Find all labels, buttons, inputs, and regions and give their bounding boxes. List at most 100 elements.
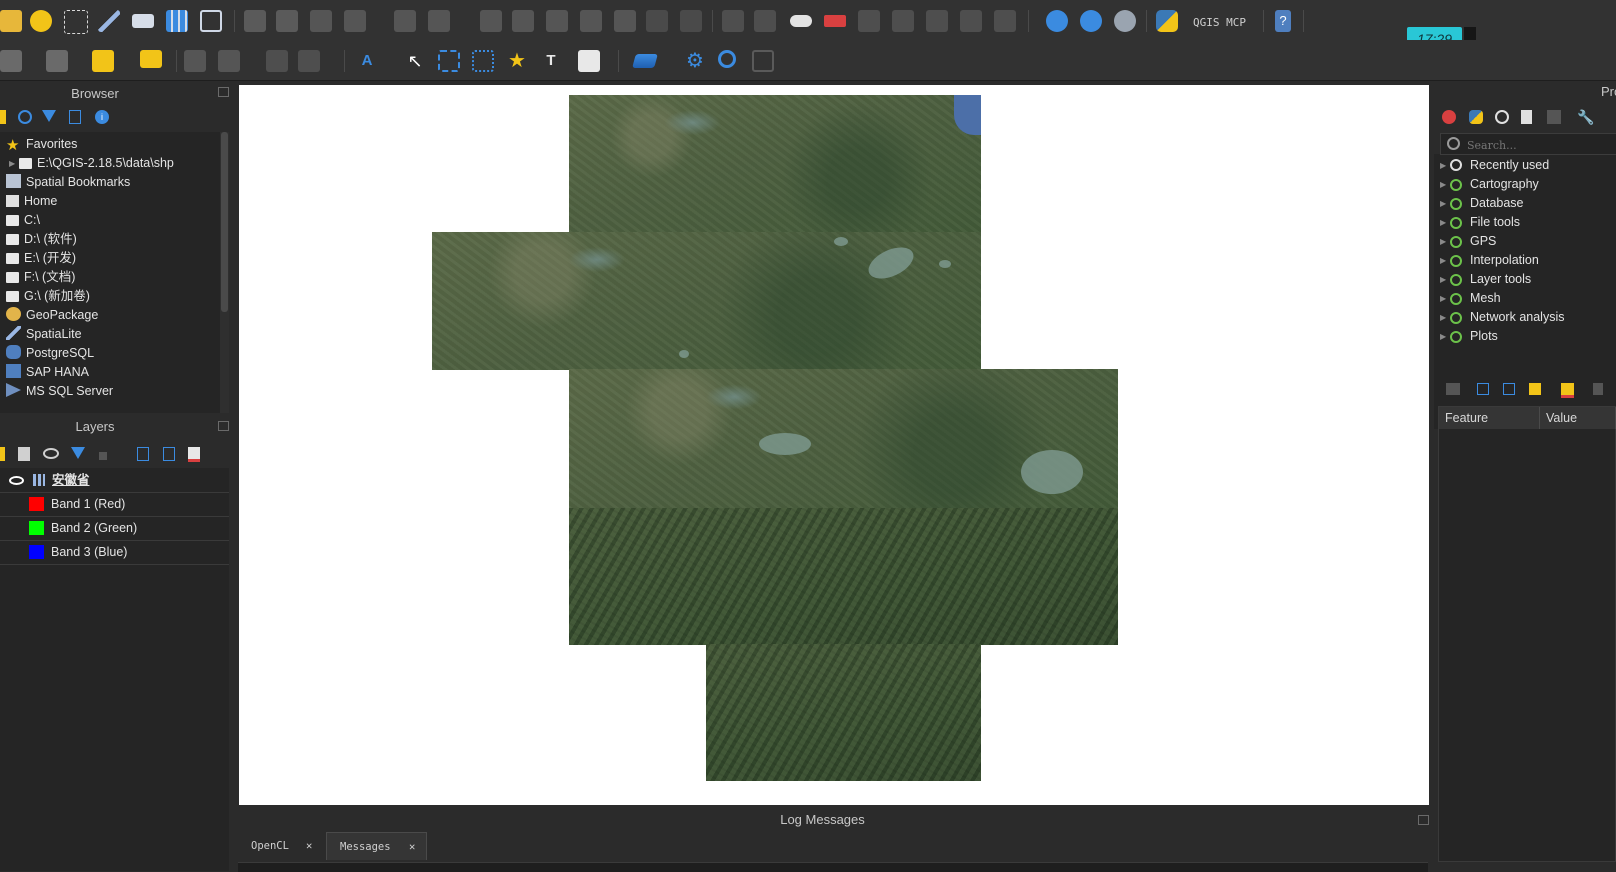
- trace-disabled-icon[interactable]: [298, 50, 320, 72]
- processing-item-cartography[interactable]: ▶ Cartography: [1440, 175, 1539, 194]
- clear-results-icon[interactable]: [1561, 383, 1574, 398]
- new-project-icon[interactable]: [0, 10, 22, 32]
- processing-item-interpolation[interactable]: ▶ Interpolation: [1440, 251, 1539, 270]
- info-icon[interactable]: i: [95, 110, 109, 124]
- layer-stack-icon[interactable]: [46, 50, 68, 72]
- browser-item-geopackage[interactable]: GeoPackage: [6, 306, 98, 325]
- pin-icon[interactable]: ✕: [409, 833, 415, 861]
- map-canvas[interactable]: [239, 85, 1429, 805]
- chevron-right-icon[interactable]: ▶: [1440, 194, 1450, 213]
- browser-item-sap-hana[interactable]: SAP HANA: [6, 363, 89, 382]
- browser-item-postgresql[interactable]: PostgreSQL: [6, 344, 94, 363]
- chevron-right-icon[interactable]: ▶: [1440, 232, 1450, 251]
- label-icon[interactable]: [722, 10, 744, 32]
- processing-item-recently-used[interactable]: ▶ Recently used: [1440, 156, 1549, 175]
- cut-icon[interactable]: [546, 10, 568, 32]
- show-hide-label-icon[interactable]: [960, 10, 982, 32]
- processing-item-gps[interactable]: ▶ GPS: [1440, 232, 1496, 251]
- browser-item-spatial-bookmarks[interactable]: Spatial Bookmarks: [6, 173, 130, 192]
- chevron-right-icon[interactable]: ▶: [1440, 251, 1450, 270]
- digitize-pen-icon[interactable]: [98, 10, 120, 32]
- chevron-right-icon[interactable]: ▶: [1440, 213, 1450, 232]
- history-icon[interactable]: [1495, 110, 1509, 124]
- results-icon[interactable]: [1521, 110, 1532, 124]
- chevron-right-icon[interactable]: ▶: [1440, 289, 1450, 308]
- open-style-icon[interactable]: [0, 447, 5, 461]
- qgis-mcp-label[interactable]: QGIS MCP: [1193, 16, 1246, 29]
- label-abc-red-icon[interactable]: [824, 15, 846, 27]
- eye-icon[interactable]: [43, 448, 59, 459]
- identify-disabled-icon[interactable]: [184, 50, 206, 72]
- expand-all-icon[interactable]: [137, 447, 149, 461]
- processing-search[interactable]: [1440, 133, 1616, 155]
- browser-item-shp-folder[interactable]: ▶ E:\QGIS-2.18.5\data\shp: [9, 154, 174, 173]
- redo-icon[interactable]: [680, 10, 702, 32]
- globe-network-icon[interactable]: [1114, 10, 1136, 32]
- processing-search-input[interactable]: [1465, 136, 1616, 154]
- style-manager-icon[interactable]: [200, 10, 222, 32]
- deselect-icon[interactable]: [92, 50, 114, 72]
- tab-messages[interactable]: Messages ✕: [326, 832, 427, 860]
- browser-item-spatialite[interactable]: SpatiaLite: [6, 325, 82, 344]
- label-abc-icon[interactable]: [790, 15, 812, 27]
- chevron-right-icon[interactable]: ▶: [1440, 327, 1450, 346]
- remove-layer-icon[interactable]: [188, 447, 200, 462]
- select-move-icon[interactable]: [472, 50, 494, 72]
- vertex-tool-icon[interactable]: [394, 10, 416, 32]
- python-icon[interactable]: [1156, 10, 1178, 32]
- attribute-table-icon[interactable]: [480, 10, 502, 32]
- edit-pencil-icon[interactable]: [244, 10, 266, 32]
- collapse-all-icon[interactable]: [69, 110, 81, 124]
- grid-icon[interactable]: [166, 10, 188, 32]
- help-icon[interactable]: ?: [1275, 10, 1291, 32]
- node-tool-icon[interactable]: [0, 50, 22, 72]
- feature-column-header[interactable]: Feature: [1439, 407, 1540, 429]
- value-column-header[interactable]: Value: [1540, 407, 1616, 429]
- layer-name[interactable]: 安徽省: [52, 468, 90, 492]
- chevron-right-icon[interactable]: ▶: [1440, 270, 1450, 289]
- globe-search-icon[interactable]: [1080, 10, 1102, 32]
- expand-tree-icon[interactable]: [1477, 383, 1489, 395]
- chevron-right-icon[interactable]: ▶: [9, 154, 19, 173]
- browser-float-button[interactable]: [218, 87, 229, 97]
- browser-item-mssql[interactable]: MS SQL Server: [6, 382, 113, 401]
- paste-icon[interactable]: [614, 10, 636, 32]
- processing-item-plots[interactable]: ▶ Plots: [1440, 327, 1498, 346]
- processing-item-file-tools[interactable]: ▶ File tools: [1440, 213, 1520, 232]
- move-feature-icon[interactable]: [428, 10, 450, 32]
- select-feature-icon[interactable]: [140, 50, 162, 68]
- open-project-icon[interactable]: [30, 10, 52, 32]
- browser-item-c-drive[interactable]: C:\: [6, 211, 40, 230]
- browser-item-g-drive[interactable]: G:\ (新加卷): [6, 287, 90, 306]
- layers-float-button[interactable]: [218, 421, 229, 431]
- pin-label-icon[interactable]: [754, 10, 776, 32]
- processing-item-layer-tools[interactable]: ▶ Layer tools: [1440, 270, 1531, 289]
- add-selected-icon[interactable]: [0, 110, 6, 124]
- log-float-button[interactable]: [1418, 815, 1429, 825]
- fullscreen-icon[interactable]: [752, 50, 774, 72]
- add-line-icon[interactable]: [344, 10, 366, 32]
- measure-disabled-icon[interactable]: [218, 50, 240, 72]
- layout-icon[interactable]: [132, 14, 154, 28]
- tab-opencl[interactable]: OpenCL ✕: [238, 832, 326, 860]
- change-label-icon[interactable]: [926, 10, 948, 32]
- undo-icon[interactable]: [646, 10, 668, 32]
- scripts-icon[interactable]: [1469, 110, 1483, 124]
- toggle-edit-icon[interactable]: [276, 10, 298, 32]
- collapse-tree-icon[interactable]: [1503, 383, 1515, 395]
- browser-item-d-drive[interactable]: D:\ (软件): [6, 230, 77, 249]
- processing-item-network-analysis[interactable]: ▶ Network analysis: [1440, 308, 1564, 327]
- select-points-icon[interactable]: [64, 10, 88, 34]
- save-edits-icon[interactable]: [310, 10, 332, 32]
- pointer-icon[interactable]: ↖: [404, 50, 426, 72]
- diagram-icon[interactable]: [994, 10, 1016, 32]
- pin-icon[interactable]: ✕: [306, 832, 312, 860]
- browser-item-e-drive[interactable]: E:\ (开发): [6, 249, 76, 268]
- browser-item-home[interactable]: Home: [6, 192, 57, 211]
- snap-disabled-icon[interactable]: [266, 50, 288, 72]
- browser-item-f-drive[interactable]: F:\ (文档): [6, 268, 75, 287]
- search-icon[interactable]: [718, 50, 736, 68]
- filter-legend-icon[interactable]: [71, 447, 85, 459]
- annotation-note-icon[interactable]: [578, 50, 600, 72]
- chevron-right-icon[interactable]: ▶: [1440, 156, 1450, 175]
